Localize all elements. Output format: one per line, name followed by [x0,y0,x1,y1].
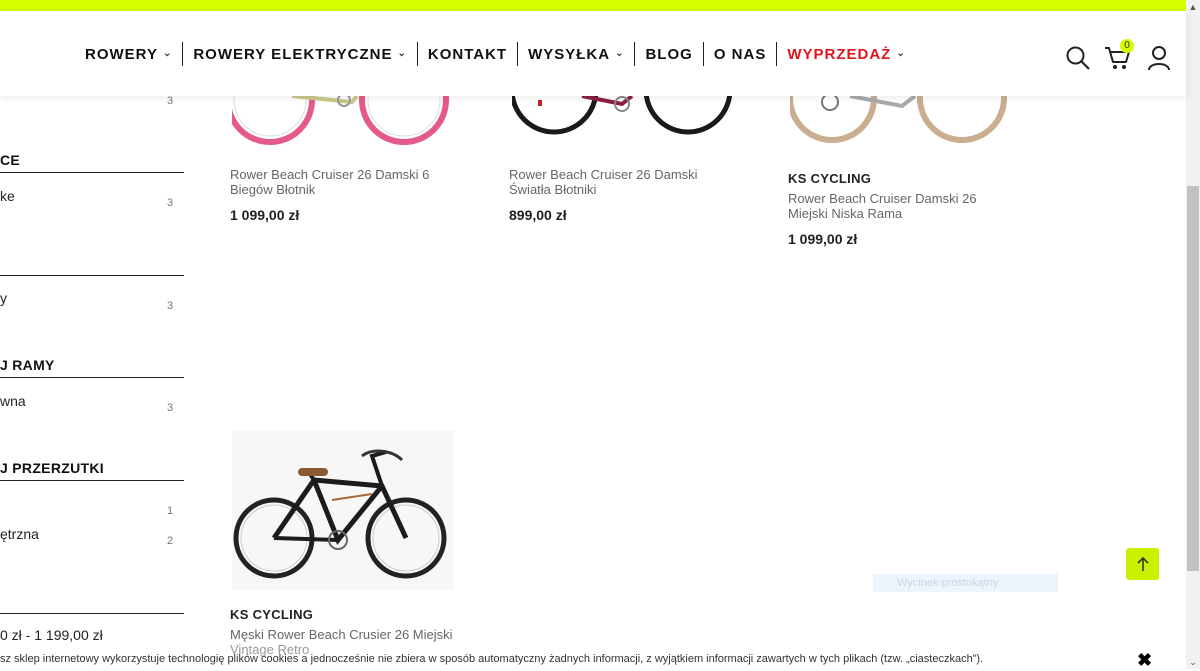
filter-option[interactable]: wna [0,393,26,409]
screenshot-tool-badge: Wycinek prostokątny [873,574,1058,592]
product-card[interactable]: Rower Beach Cruiser 26 Damski 6 Biegów B… [230,167,460,223]
product-image[interactable] [232,430,454,590]
product-brand: KS CYCLING [788,171,872,186]
nav-item-rowery[interactable]: ROWERY ⌄ [75,42,182,66]
user-icon[interactable] [1147,45,1173,71]
search-icon[interactable] [1065,45,1091,71]
filter-option[interactable]: y [0,290,7,306]
chevron-down-icon: ⌄ [615,47,625,59]
price-range-label: 0 zł - 1 199,00 zł [0,627,103,643]
cart-count-badge: 0 [1120,39,1134,53]
product-name[interactable]: Rower Beach Cruiser 26 Damski 6 Biegów B… [230,167,460,197]
cookie-notice: sz sklep internetowy wykorzystuje techno… [0,653,984,665]
nav-item-o-nas[interactable]: O NAS [704,42,777,66]
divider [0,377,184,378]
product-image[interactable] [790,96,1012,150]
close-icon[interactable]: ✖ [1137,650,1152,671]
cart-icon[interactable]: 0 [1104,39,1134,71]
filter-section-title: J PRZERZUTKI [0,460,104,476]
product-image[interactable] [512,96,734,136]
back-to-top-button[interactable] [1126,548,1159,580]
scroll-down-icon[interactable]: ⌄ [1188,657,1198,667]
product-image[interactable] [232,96,454,150]
chevron-down-icon: ⌄ [397,47,407,59]
arrow-up-icon [1136,556,1149,571]
site-header: ROWERY ⌄ ROWERY ELEKTRYCZNE ⌄ KONTAKT WYSY… [0,11,1186,96]
scroll-up-icon[interactable]: ▲ [1188,2,1198,12]
filter-count: 3 [167,402,174,414]
filter-section-title: J RAMY [0,357,55,373]
filter-option[interactable]: ętrzna [0,526,39,542]
product-name[interactable]: Męski Rower Beach Crusier 26 Miejski [230,627,460,642]
chevron-down-icon: ⌄ [896,47,906,59]
product-card[interactable]: Rower Beach Cruiser 26 Damski Światła Bł… [509,167,739,223]
product-price: 899,00 zł [509,207,567,223]
product-brand: KS CYCLING [230,607,314,622]
filter-count: 1 [167,505,174,517]
nav-item-kontakt[interactable]: KONTAKT [418,42,517,66]
top-accent-bar [0,0,1186,11]
product-price: 1 099,00 zł [230,207,300,223]
divider [0,275,184,276]
product-name[interactable]: Rower Beach Cruiser Damski 26 Miejski Ni… [788,191,1018,221]
filter-count: 2 [167,535,174,547]
filter-count: 3 [167,95,174,107]
filter-option[interactable]: ke [0,188,15,204]
product-card[interactable]: KS CYCLING Rower Beach Cruiser Damski 26… [788,171,1018,247]
divider [0,613,184,614]
product-name[interactable]: Rower Beach Cruiser 26 Damski Światła Bł… [509,167,739,197]
nav-item-rowery-elektryczne[interactable]: ROWERY ELEKTRYCZNE ⌄ [183,42,417,66]
filter-section-title: CE [0,152,21,168]
filter-count: 3 [167,197,174,209]
product-price: 1 099,00 zł [788,231,858,247]
main-nav: ROWERY ⌄ ROWERY ELEKTRYCZNE ⌄ KONTAKT WYSY… [75,42,916,66]
divider [0,480,184,481]
divider [0,172,184,173]
product-card[interactable]: KS CYCLING Męski Rower Beach Crusier 26 … [230,607,460,657]
nav-item-wysylka[interactable]: WYSYŁKA ⌄ [518,42,634,66]
scrollbar-thumb[interactable] [1187,186,1199,571]
scrollbar[interactable]: ▲ ⌄ [1186,0,1200,669]
filter-count: 3 [167,300,174,312]
nav-item-blog[interactable]: BLOG [635,42,702,66]
chevron-down-icon: ⌄ [162,47,173,59]
nav-item-wyprzedaz[interactable]: WYPRZEDAŻ ⌄ [777,42,915,66]
